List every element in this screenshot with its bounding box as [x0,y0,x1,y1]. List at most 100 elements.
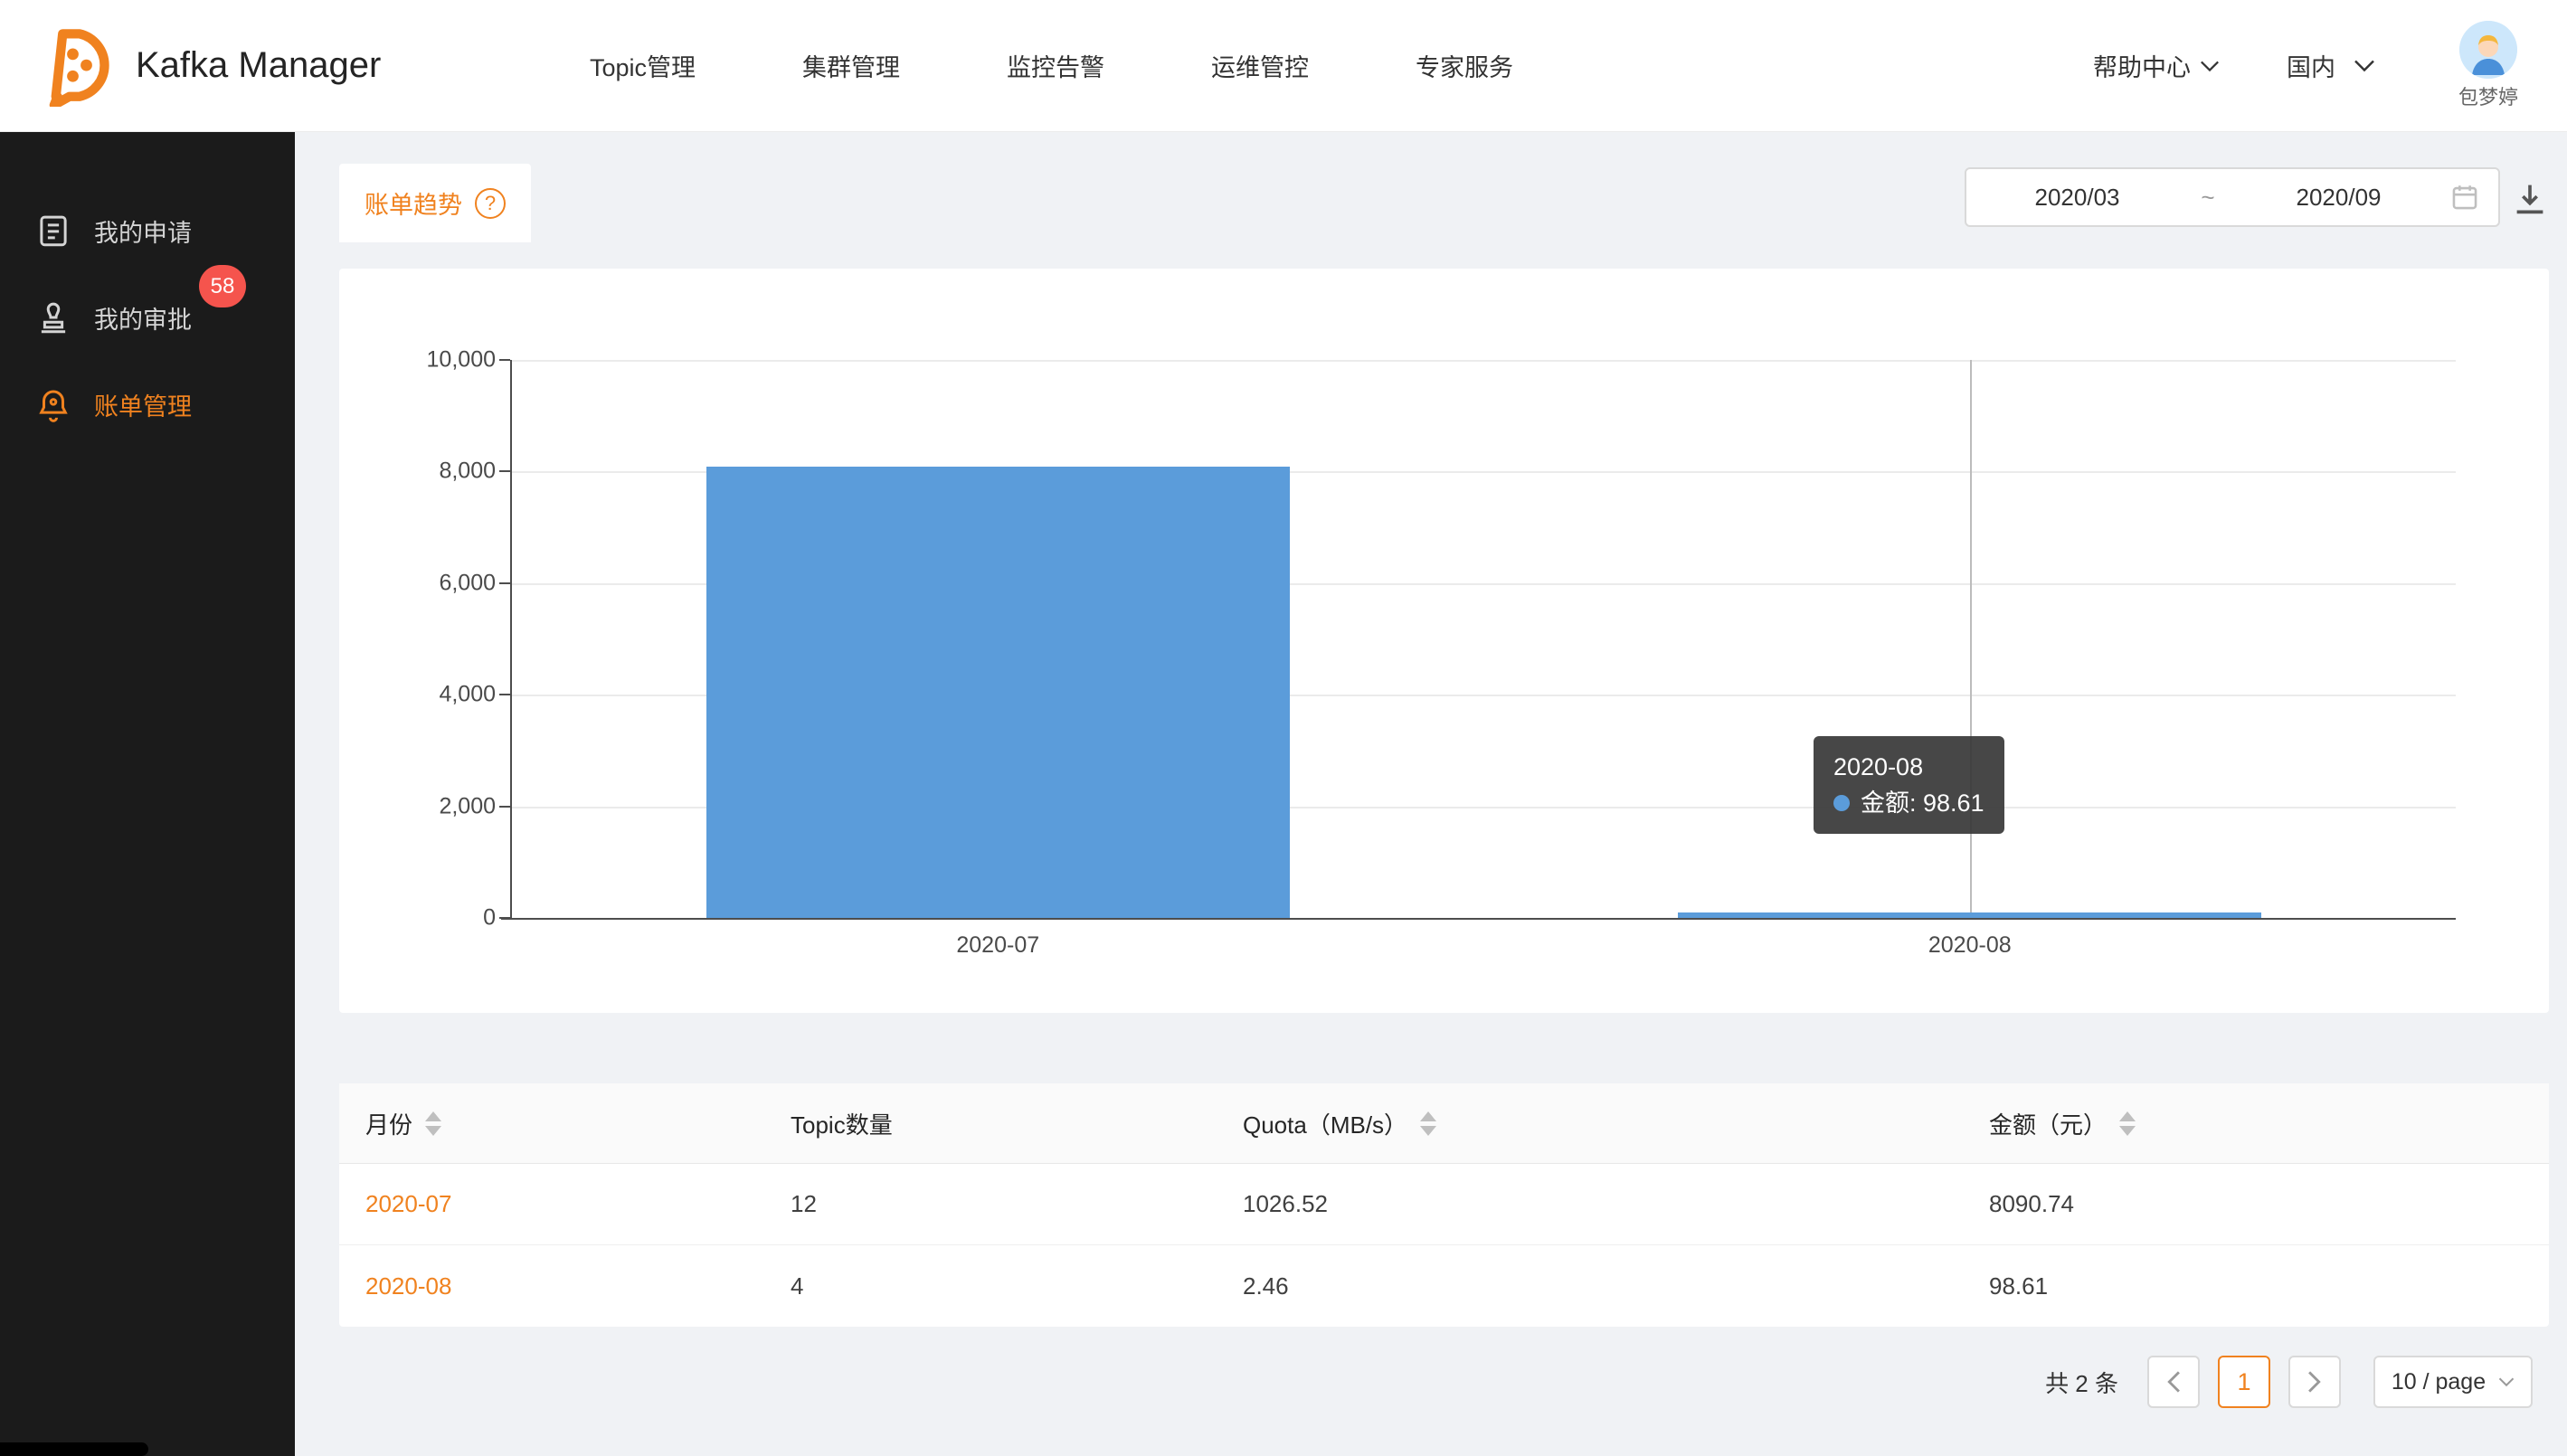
date-range-picker[interactable]: 2020/03 ~ 2020/09 [1965,167,2500,227]
date-range-separator: ~ [2188,184,2228,212]
month-link[interactable]: 2020-08 [365,1272,451,1300]
series-dot-icon [1833,795,1850,811]
y-axis-label: 0 [483,905,496,931]
nav-ops-control[interactable]: 运维管控 [1211,48,1309,83]
total-count-text: 共 2 条 [2045,1366,2118,1399]
avatar [2459,21,2517,79]
help-center-label: 帮助中心 [2093,48,2191,83]
y-axis-label: 2,000 [439,793,496,819]
tooltip-title: 2020-08 [1833,749,1984,785]
page-1-button[interactable]: 1 [2218,1356,2270,1408]
app-title: Kafka Manager [136,45,381,86]
sidebar: 我的申请 我的审批 58 账单管理 [0,131,295,1456]
nav-cluster-management[interactable]: 集群管理 [802,48,900,83]
bell-icon [34,385,72,423]
chevron-right-icon [2306,1370,2324,1394]
help-glyph: ? [485,192,496,215]
table-row: 2020-08 4 2.46 98.61 [339,1245,2549,1327]
kafka-manager-page: Kafka Manager Topic管理 集群管理 监控告警 运维管控 专家服… [0,0,2567,1456]
user-name: 包梦婷 [2458,81,2518,110]
prev-page-button[interactable] [2147,1356,2200,1408]
main-content: 账单趋势 ? 2020/03 ~ 2020/09 [295,131,2567,1456]
chart-tooltip: 2020-08 金额: 98.61 [1814,736,2004,834]
sort-carets-icon[interactable] [1420,1111,1436,1136]
quota-cell: 2.46 [1243,1272,1989,1300]
date-start-value[interactable]: 2020/03 [1966,184,2188,212]
y-axis-label: 8,000 [439,459,496,485]
region-selector[interactable]: 国内 [2287,48,2375,83]
page-size-value: 10 / page [2392,1369,2486,1395]
plot-area: 10,000 8,000 6,000 4,000 2,000 0 2020-07… [512,360,2456,918]
sidebar-item-billing-management[interactable]: 账单管理 [0,361,295,448]
clipboard-icon [34,212,72,250]
kafka-manager-logo[interactable] [39,25,120,107]
y-axis-label: 10,000 [427,347,496,373]
column-label: Quota（MB/s） [1243,1107,1407,1140]
x-axis-line [501,918,2456,920]
y-tick [499,917,510,919]
x-axis-label: 2020-08 [1928,932,2012,959]
topic-count-cell: 4 [791,1272,1243,1300]
y-axis-label: 6,000 [439,570,496,596]
billing-trend-chart-card: 10,000 8,000 6,000 4,000 2,000 0 2020-07… [339,269,2549,1013]
chevron-down-icon [2200,60,2220,72]
nav-monitoring-alerts[interactable]: 监控告警 [1007,48,1104,83]
column-header-amount[interactable]: 金额（元） [1989,1107,2523,1140]
calendar-icon[interactable] [2449,182,2480,213]
topic-count-cell: 12 [791,1190,1243,1218]
tab-billing-trend[interactable]: 账单趋势 ? [339,164,531,242]
user-menu[interactable]: 包梦婷 [2458,21,2518,110]
column-label: 金额（元） [1989,1107,2107,1140]
crosshair-line [1970,360,1972,918]
approvals-count-badge: 58 [199,265,246,307]
x-axis-label: 2020-07 [956,932,1039,959]
chevron-down-icon [2354,59,2375,72]
y-tick [499,806,510,808]
date-end-value[interactable]: 2020/09 [2228,184,2449,212]
download-button[interactable] [2509,178,2551,220]
table-header-row: 月份 Topic数量 Quota（MB/s） 金额（元） [339,1083,2549,1164]
column-header-month[interactable]: 月份 [365,1107,791,1140]
column-label: Topic数量 [791,1107,893,1140]
pagination: 共 2 条 1 10 / page [2045,1356,2533,1408]
y-tick [499,359,510,361]
billing-table: 月份 Topic数量 Quota（MB/s） 金额（元） 2020-07 12 [339,1083,2549,1327]
tab-label: 账单趋势 [365,185,462,221]
horizontal-scrollbar-thumb[interactable] [0,1442,148,1456]
amount-cell: 8090.74 [1989,1190,2523,1218]
sidebar-item-label: 账单管理 [94,387,192,422]
sidebar-item-label: 我的审批 [94,300,192,336]
column-header-quota[interactable]: Quota（MB/s） [1243,1107,1989,1140]
help-center-menu[interactable]: 帮助中心 [2093,48,2220,83]
chevron-left-icon [2164,1370,2183,1394]
next-page-button[interactable] [2288,1356,2341,1408]
page-size-select[interactable]: 10 / page [2373,1356,2533,1408]
y-tick [499,694,510,695]
sort-carets-icon[interactable] [425,1111,441,1136]
main-nav: Topic管理 集群管理 监控告警 运维管控 专家服务 [590,0,1513,131]
nav-expert-service[interactable]: 专家服务 [1416,48,1513,83]
help-circle-icon[interactable]: ? [475,188,506,219]
month-link[interactable]: 2020-07 [365,1190,451,1218]
bar-2020-08[interactable] [1678,912,2261,918]
sidebar-menu: 我的申请 我的审批 58 账单管理 [0,131,295,448]
bar-2020-07[interactable] [706,467,1290,918]
stamp-icon [34,298,72,336]
nav-topic-management[interactable]: Topic管理 [590,48,696,83]
navbar-right: 帮助中心 国内 包梦婷 [2093,0,2518,131]
y-axis-label: 4,000 [439,682,496,708]
sidebar-item-my-approvals[interactable]: 我的审批 58 [0,274,295,361]
y-tick [499,470,510,472]
top-navbar: Kafka Manager Topic管理 集群管理 监控告警 运维管控 专家服… [0,0,2567,131]
table-row: 2020-07 12 1026.52 8090.74 [339,1164,2549,1245]
quota-cell: 1026.52 [1243,1190,1989,1218]
y-axis-line [510,360,512,918]
tooltip-value: 金额: 98.61 [1861,785,1984,821]
chevron-down-icon [2498,1376,2515,1387]
logo-icon [39,25,120,107]
region-label: 国内 [2287,48,2335,83]
sort-carets-icon[interactable] [2119,1111,2136,1136]
column-label: 月份 [365,1107,412,1140]
column-header-topic-count: Topic数量 [791,1107,1243,1140]
sidebar-item-my-applications[interactable]: 我的申请 [0,187,295,274]
